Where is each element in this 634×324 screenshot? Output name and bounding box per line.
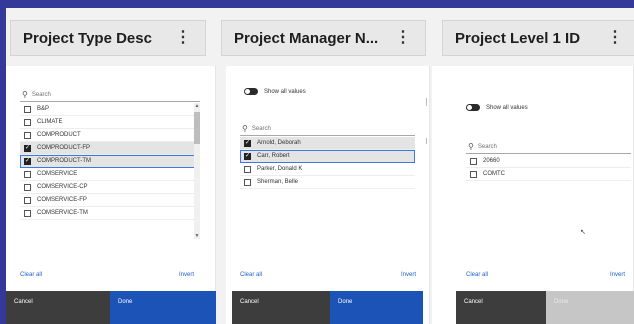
checkbox-icon[interactable]: [244, 178, 251, 186]
search-icon: ⚲: [468, 141, 474, 151]
cancel-button[interactable]: Cancel: [456, 291, 546, 324]
checkbox-icon[interactable]: [24, 131, 31, 139]
clear-all-link[interactable]: Clear all: [20, 272, 42, 278]
list-item[interactable]: COMSERVICE-TM: [20, 207, 200, 220]
search-placeholder: Search: [31, 91, 51, 98]
checkbox-icon[interactable]: [24, 183, 31, 191]
filter-dashboard: Project Type Desc ⋮ Project Manager N...…: [6, 8, 634, 324]
column-header-project-level[interactable]: Project Level 1 ID ⋮: [442, 20, 634, 56]
list-item-label: COMSERVICE-CP: [37, 184, 88, 190]
kebab-menu-icon[interactable]: ⋮: [607, 28, 623, 48]
search-placeholder: Search: [477, 143, 497, 150]
list-item-label: COMSERVICE-FP: [37, 197, 87, 203]
list-item[interactable]: Parker, Donald K: [240, 163, 415, 176]
list-item-label: COMPRODUCT-TM: [37, 158, 91, 164]
list-item-label: Sherman, Belle: [257, 179, 299, 185]
done-button[interactable]: Done: [110, 291, 216, 324]
toggle-switch[interactable]: [244, 88, 258, 95]
search-field[interactable]: ⚲ Search: [240, 122, 415, 136]
list-item[interactable]: COMTC: [466, 168, 631, 181]
list-item-label: Arnold, Deborah: [257, 140, 301, 146]
checkbox-icon[interactable]: [470, 157, 477, 165]
column-header-project-type[interactable]: Project Type Desc ⋮: [10, 20, 206, 56]
list-item[interactable]: COMSERVICE: [20, 168, 200, 181]
checked-checkbox-icon[interactable]: ✓: [244, 139, 251, 147]
filter-panel-project-manager: Show all values ⚲ Search ✓ Arnold, Debora…: [226, 66, 430, 324]
value-list[interactable]: B&P CLIMATE COMPRODUCT ✓ COMPRODUCT-FP ✓ COMPR…: [20, 103, 200, 239]
checkbox-icon[interactable]: [24, 118, 31, 126]
list-item[interactable]: ✓ Arnold, Deborah: [240, 137, 415, 150]
list-item-label: Carr, Robert: [257, 153, 290, 159]
list-item[interactable]: Sherman, Belle: [240, 176, 415, 189]
checked-checkbox-icon[interactable]: ✓: [244, 152, 251, 160]
value-list[interactable]: ✓ Arnold, Deborah ✓ Carr, Robert Parker, Don…: [240, 137, 415, 207]
toggle-label: Show all values: [264, 88, 306, 95]
list-item[interactable]: COMSERVICE-CP: [20, 181, 200, 194]
toggle-switch[interactable]: [466, 104, 480, 111]
filter-panel-project-type: ⚲ Search B&P CLIMATE COMPRODUCT ✓ COMPRODUCT…: [6, 66, 216, 324]
list-item[interactable]: ✓ Carr, Robert: [240, 150, 415, 163]
column-header-project-manager[interactable]: Project Manager N... ⋮: [221, 20, 426, 56]
list-item[interactable]: ✓ COMPRODUCT-FP: [20, 142, 200, 155]
checkbox-icon[interactable]: [24, 196, 31, 204]
list-item[interactable]: B&P: [20, 103, 200, 116]
list-item[interactable]: 20660: [466, 155, 631, 168]
scroll-thumb[interactable]: [194, 112, 200, 144]
kebab-menu-icon[interactable]: ⋮: [175, 28, 191, 48]
checkbox-icon[interactable]: [470, 170, 477, 178]
search-field[interactable]: ⚲ Search: [20, 88, 200, 102]
column-header-title: Project Type Desc: [23, 29, 152, 47]
filter-panel-project-level: Show all values ⚲ Search 20660 COMTC ↖ Cl…: [432, 66, 634, 324]
search-icon: ⚲: [242, 123, 248, 133]
clear-all-link[interactable]: Clear all: [240, 272, 262, 278]
search-placeholder: Search: [251, 125, 271, 132]
checkbox-icon[interactable]: [24, 170, 31, 178]
checked-checkbox-icon[interactable]: ✓: [24, 157, 31, 165]
kebab-menu-icon[interactable]: ⋮: [395, 28, 411, 48]
list-item[interactable]: ✓ COMPRODUCT-TM: [20, 155, 200, 168]
search-icon: ⚲: [22, 89, 28, 99]
list-item-label: COMPRODUCT-FP: [37, 145, 90, 151]
mouse-cursor-icon: ↖: [580, 229, 586, 236]
checked-checkbox-icon[interactable]: ✓: [24, 144, 31, 152]
list-item[interactable]: CLIMATE: [20, 116, 200, 129]
list-item-label: COMPRODUCT: [37, 132, 81, 138]
panel-divider: [426, 98, 427, 106]
list-item[interactable]: COMPRODUCT: [20, 129, 200, 142]
list-item-label: 20660: [483, 158, 500, 164]
invert-link[interactable]: Invert: [401, 272, 416, 278]
search-field[interactable]: ⚲ Search: [466, 140, 631, 154]
invert-link[interactable]: Invert: [610, 272, 625, 278]
done-button[interactable]: Done: [546, 291, 634, 324]
toggle-label: Show all values: [486, 104, 528, 111]
list-item-label: Parker, Donald K: [257, 166, 303, 172]
value-list[interactable]: 20660 COMTC: [466, 155, 631, 185]
checkbox-icon[interactable]: [244, 165, 251, 173]
list-scrollbar[interactable]: ▲ ▼: [194, 103, 200, 239]
clear-all-link[interactable]: Clear all: [466, 272, 488, 278]
done-button[interactable]: Done: [330, 291, 423, 324]
list-item[interactable]: COMSERVICE-FP: [20, 194, 200, 207]
column-header-title: Project Level 1 ID: [455, 29, 581, 47]
checkbox-icon[interactable]: [24, 209, 31, 217]
checkbox-icon[interactable]: [24, 105, 31, 113]
scroll-up-icon[interactable]: ▲: [194, 103, 200, 109]
scroll-down-icon[interactable]: ▼: [194, 233, 200, 239]
cancel-button[interactable]: Cancel: [6, 291, 110, 324]
show-all-values-toggle[interactable]: Show all values: [244, 88, 306, 95]
list-item-label: CLIMATE: [37, 119, 63, 125]
cancel-button[interactable]: Cancel: [232, 291, 330, 324]
list-item-label: B&P: [37, 106, 50, 112]
panel-divider: [426, 138, 427, 144]
invert-link[interactable]: Invert: [179, 272, 194, 278]
show-all-values-toggle[interactable]: Show all values: [466, 104, 528, 111]
list-item-label: COMTC: [483, 171, 505, 177]
list-item-label: COMSERVICE: [37, 171, 78, 177]
column-header-title: Project Manager N...: [234, 29, 379, 47]
list-item-label: COMSERVICE-TM: [37, 210, 88, 216]
